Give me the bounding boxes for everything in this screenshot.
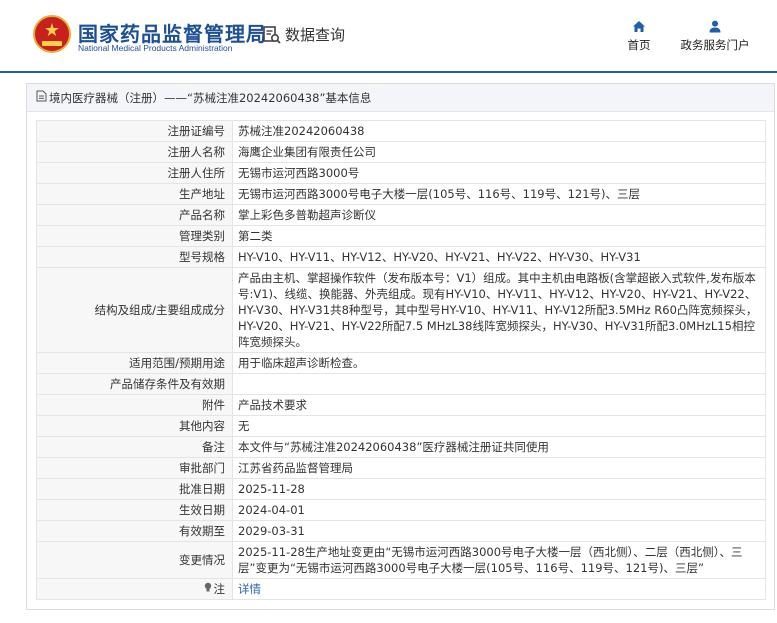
table-row: 产品名称 掌上彩色多普勒超声诊断仪: [36, 204, 766, 226]
row-key: 批准日期: [36, 478, 233, 500]
nav-home-label: 首页: [627, 38, 651, 52]
note-key-label: 注: [213, 582, 226, 596]
row-value: 掌上彩色多普勒超声诊断仪: [232, 204, 766, 226]
row-value: 无锡市运河西路3000号电子大楼一层(105号、116号、119号、121号)、…: [232, 183, 766, 205]
row-value: 产品由主机、掌超操作软件（发布版本号：V1）组成。其中主机由电路板(含掌超嵌入式…: [232, 267, 766, 353]
row-key: 结构及组成/主要组成成分: [36, 267, 233, 353]
user-icon: [674, 20, 756, 33]
row-value: 无: [232, 415, 766, 437]
table-row: 其他内容 无: [36, 415, 766, 437]
site-title-en[interactable]: National Medical Products Administration: [78, 43, 233, 53]
row-value: 2025-11-28: [232, 478, 766, 500]
row-key: 适用范围/预期用途: [36, 352, 233, 374]
table-row: 审批部门 江苏省药品监督管理局: [36, 457, 766, 479]
nav-service-portal[interactable]: 政务服务门户: [674, 20, 756, 53]
site-header: ★ 国家药品监督管理局 National Medical Products Ad…: [0, 0, 777, 72]
table-row: 附件 产品技术要求: [36, 394, 766, 416]
data-query-icon: [262, 25, 282, 45]
note-value: 详情: [232, 578, 766, 600]
row-key: 变更情况: [36, 541, 233, 579]
table-row: 生效日期 2024-04-01: [36, 499, 766, 521]
detail-panel: 境内医疗器械（注册）——“苏械注准20242060438”基本信息 注册证编号 …: [26, 83, 775, 610]
data-query-label: 数据查询: [285, 26, 346, 44]
row-key: 生效日期: [36, 499, 233, 521]
header-divider: [0, 71, 777, 73]
national-emblem-icon: ★: [33, 15, 71, 53]
row-key: 审批部门: [36, 457, 233, 479]
table-row: 备注 本文件与“苏械注准20242060438”医疗器械注册证共同使用: [36, 436, 766, 458]
table-row: 注册人住所 无锡市运河西路3000号: [36, 162, 766, 184]
home-icon: [622, 20, 656, 33]
info-table: 注册证编号 苏械注准20242060438 注册人名称 海鹰企业集团有限责任公司…: [36, 120, 766, 600]
note-key: 注: [36, 578, 233, 600]
table-row: 适用范围/预期用途 用于临床超声诊断检查。: [36, 352, 766, 374]
nav-service-portal-label: 政务服务门户: [680, 38, 750, 52]
table-row: 注册证编号 苏械注准20242060438: [36, 120, 766, 142]
lightbulb-icon: [203, 581, 214, 597]
row-key: 附件: [36, 394, 233, 416]
row-key: 备注: [36, 436, 233, 458]
row-value: 2024-04-01: [232, 499, 766, 521]
nav-home[interactable]: 首页: [622, 20, 656, 53]
row-key: 其他内容: [36, 415, 233, 437]
row-value: 海鹰企业集团有限责任公司: [232, 141, 766, 163]
row-value: 用于临床超声诊断检查。: [232, 352, 766, 374]
row-key: 产品名称: [36, 204, 233, 226]
row-value: 江苏省药品监督管理局: [232, 457, 766, 479]
panel-title-text: 境内医疗器械（注册）——“苏械注准20242060438”基本信息: [49, 90, 372, 105]
row-value: 无锡市运河西路3000号: [232, 162, 766, 184]
data-query-link[interactable]: 数据查询: [262, 24, 345, 45]
row-value: 第二类: [232, 225, 766, 247]
table-row: 产品储存条件及有效期: [36, 373, 766, 395]
table-row: 注册人名称 海鹰企业集团有限责任公司: [36, 141, 766, 163]
table-row: 变更情况 2025-11-28生产地址变更由“无锡市运河西路3000号电子大楼一…: [36, 541, 766, 579]
table-row: 型号规格 HY-V10、HY-V11、HY-V12、HY-V20、HY-V21、…: [36, 246, 766, 268]
table-row: 生产地址 无锡市运河西路3000号电子大楼一层(105号、116号、119号、1…: [36, 183, 766, 205]
row-key: 注册证编号: [36, 120, 233, 142]
panel-title: 境内医疗器械（注册）——“苏械注准20242060438”基本信息: [27, 84, 774, 112]
details-link[interactable]: 详情: [238, 582, 261, 596]
table-row-note: 注 详情: [36, 578, 766, 600]
row-key: 有效期至: [36, 520, 233, 542]
row-value: 产品技术要求: [232, 394, 766, 416]
row-value: 2025-11-28生产地址变更由“无锡市运河西路3000号电子大楼一层（西北侧…: [232, 541, 766, 579]
row-key: 注册人名称: [36, 141, 233, 163]
document-icon: [36, 90, 49, 105]
table-row: 批准日期 2025-11-28: [36, 478, 766, 500]
row-value: 苏械注准20242060438: [232, 120, 766, 142]
row-key: 管理类别: [36, 225, 233, 247]
row-key: 产品储存条件及有效期: [36, 373, 233, 395]
row-key: 注册人住所: [36, 162, 233, 184]
row-key: 生产地址: [36, 183, 233, 205]
row-value: [232, 373, 766, 395]
table-row: 有效期至 2029-03-31: [36, 520, 766, 542]
row-value: HY-V10、HY-V11、HY-V12、HY-V20、HY-V21、HY-V2…: [232, 246, 766, 268]
row-value: 2029-03-31: [232, 520, 766, 542]
row-key: 型号规格: [36, 246, 233, 268]
table-row: 管理类别 第二类: [36, 225, 766, 247]
table-row: 结构及组成/主要组成成分 产品由主机、掌超操作软件（发布版本号：V1）组成。其中…: [36, 267, 766, 353]
row-value: 本文件与“苏械注准20242060438”医疗器械注册证共同使用: [232, 436, 766, 458]
